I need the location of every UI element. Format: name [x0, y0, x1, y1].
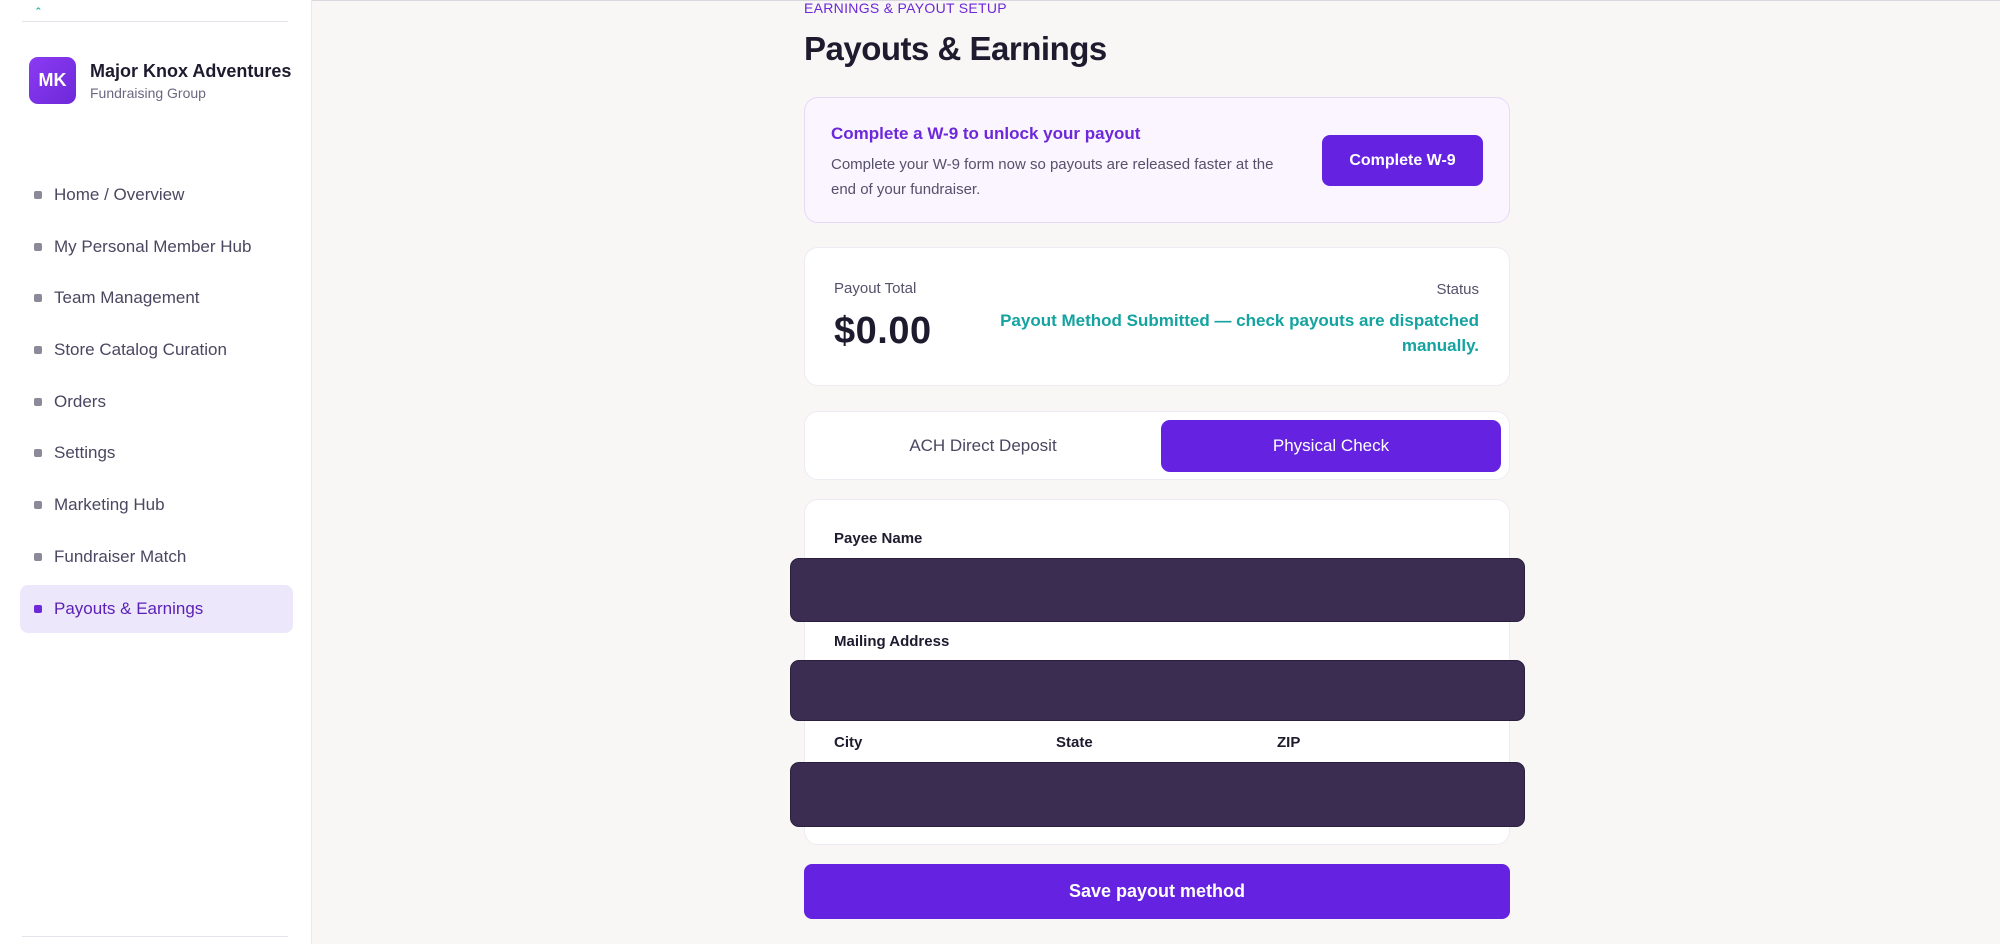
sidebar-item-personal-member-hub[interactable]: My Personal Member Hub	[20, 223, 293, 271]
bullet-icon	[34, 346, 42, 355]
sidebar-item-home-overview[interactable]: Home / Overview	[20, 171, 293, 219]
sidebar-item-label: Fundraiser Match	[54, 546, 187, 566]
sidebar-item-label: My Personal Member Hub	[54, 236, 252, 256]
w9-banner: Complete a W-9 to unlock your payout Com…	[804, 97, 1510, 223]
payout-total-label: Payout Total	[834, 280, 917, 297]
bullet-icon	[34, 191, 42, 199]
tab-ach-direct-deposit[interactable]: ACH Direct Deposit	[813, 420, 1153, 472]
tab-physical-check[interactable]: Physical Check	[1161, 420, 1501, 472]
section-eyebrow: EARNINGS & PAYOUT SETUP	[804, 0, 1007, 16]
sidebar-item-settings[interactable]: Settings	[20, 429, 293, 477]
mailing-address-label: Mailing Address	[834, 633, 950, 650]
page-title: Payouts & Earnings	[804, 30, 1107, 67]
sidebar-item-label: Payouts & Earnings	[54, 598, 204, 618]
bullet-icon	[34, 397, 42, 406]
payout-status-value: Payout Method Submitted — check payouts …	[1000, 311, 1479, 355]
payout-method-tabs: ACH Direct Deposit Physical Check	[804, 411, 1510, 480]
sidebar-item-label: Orders	[54, 391, 106, 411]
complete-w9-button[interactable]: Complete W-9	[1322, 135, 1483, 186]
sidebar-item-fundraiser-match[interactable]: Fundraiser Match	[20, 533, 293, 581]
bullet-icon	[34, 242, 42, 251]
w9-banner-description: Complete your W-9 form now so payouts ar…	[831, 156, 1274, 198]
sidebar-item-team-management[interactable]: Team Management	[20, 274, 293, 322]
payee-name-input[interactable]	[790, 558, 1525, 622]
payout-status-label: Status	[1436, 281, 1479, 298]
save-payout-method-button[interactable]: Save payout method	[804, 864, 1510, 919]
app-logo-icon: ꞈ	[36, 0, 41, 10]
state-label: State	[1056, 734, 1093, 751]
bullet-icon	[34, 552, 42, 561]
payout-summary-card: Payout Total $0.00 Status Payout Method …	[804, 247, 1510, 386]
w9-banner-title: Complete a W-9 to unlock your payout	[831, 124, 1141, 143]
check-payout-form: Payee Name Mailing Address City State ZI…	[790, 499, 1525, 845]
city-state-zip-input[interactable]	[790, 762, 1525, 827]
org-subtitle: Fundraising Group	[90, 84, 206, 101]
mailing-address-input[interactable]	[790, 660, 1525, 721]
sidebar-item-label: Settings	[54, 443, 116, 463]
org-avatar: MK	[29, 57, 76, 104]
bullet-icon	[34, 449, 42, 458]
org-profile: MK Major Knox Adventures Fundraising Gro…	[29, 57, 291, 104]
sidebar-item-payouts-earnings[interactable]: Payouts & Earnings	[20, 584, 293, 633]
sidebar-item-orders[interactable]: Orders	[20, 378, 293, 426]
bullet-icon	[34, 604, 42, 613]
sidebar-nav: Home / Overview My Personal Member Hub T…	[20, 171, 293, 636]
sidebar-item-marketing-hub[interactable]: Marketing Hub	[20, 481, 293, 529]
sidebar-item-label: Home / Overview	[54, 185, 185, 204]
city-label: City	[834, 734, 863, 751]
sidebar: ꞈ MK Major Knox Adventures Fundraising G…	[0, 0, 312, 944]
sidebar-item-label: Team Management	[54, 288, 200, 308]
payee-name-label: Payee Name	[834, 530, 923, 547]
sidebar-footer-divider	[22, 936, 288, 937]
sidebar-divider	[22, 21, 288, 22]
zip-label: ZIP	[1277, 734, 1301, 751]
sidebar-item-label: Marketing Hub	[54, 495, 165, 515]
bullet-icon	[34, 294, 42, 303]
sidebar-item-store-catalog-curation[interactable]: Store Catalog Curation	[20, 326, 293, 374]
bullet-icon	[34, 501, 42, 510]
org-name: Major Knox Adventures	[90, 60, 292, 81]
payout-total-value: $0.00	[834, 310, 932, 352]
sidebar-item-label: Store Catalog Curation	[54, 340, 227, 360]
